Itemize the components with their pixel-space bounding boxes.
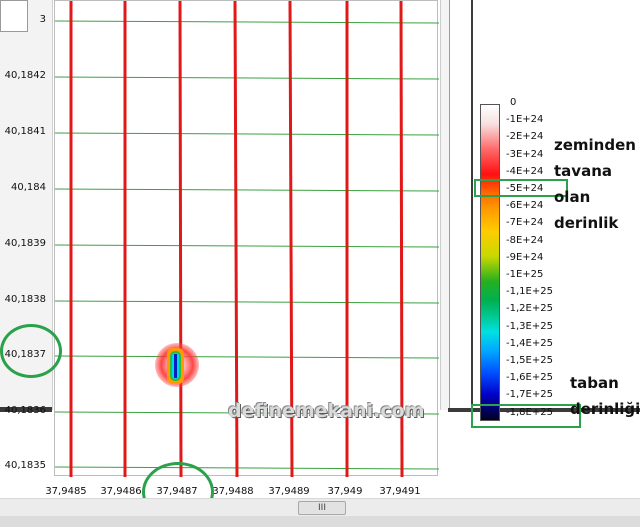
panel-divider (471, 0, 473, 410)
x-tick: 37,9489 (268, 486, 310, 497)
annotation-line: zeminden (554, 136, 636, 154)
x-tick: 37,9486 (100, 486, 142, 497)
colorbar-label: -1,4E+25 (506, 337, 553, 349)
y-tick: 40,1842 (4, 70, 46, 81)
grid-line (54, 132, 440, 136)
annotation-line: derinliği (570, 400, 640, 418)
colorbar-label: 0 (510, 97, 517, 108)
x-tick: 37,949 (327, 486, 363, 497)
survey-line (178, 0, 183, 478)
grid-line (54, 20, 440, 24)
colorbar-label: -1,1E+25 (506, 286, 553, 298)
colorbar-label: -1,6E+25 (506, 372, 553, 384)
x-tick: 37,9488 (212, 486, 254, 497)
grid-line (54, 188, 440, 192)
y-tick-partial: 3 (39, 14, 46, 25)
colorbar-label: -1E+24 (506, 114, 544, 126)
highlight-rect-bottom (471, 404, 581, 428)
status-bar (0, 516, 640, 527)
annotation-line: derinlik (554, 214, 619, 232)
app-window: 3 40,1842 40,1841 40,184 40,1839 40,1838… (0, 0, 640, 527)
y-tick: 40,1841 (4, 126, 46, 137)
grid-line (54, 355, 440, 359)
y-tick: 40,1835 (4, 460, 46, 471)
grid-line (54, 76, 440, 80)
colorbar (480, 104, 500, 421)
anomaly-core (174, 354, 177, 378)
anomaly-blob (155, 343, 199, 387)
watermark-text: definemekani.com (228, 400, 425, 422)
grid-line (54, 244, 440, 248)
grid-line (54, 466, 440, 470)
y-tick: 40,1836 (4, 405, 46, 416)
x-tick: 37,9491 (379, 486, 421, 497)
right-panel-edge (440, 0, 450, 410)
colorbar-label: -1,2E+25 (506, 303, 553, 315)
annotation-line: tavana (554, 162, 612, 180)
grid-line (54, 300, 440, 304)
colorbar-label: -8E+24 (506, 234, 544, 246)
highlight-circle-y (0, 324, 62, 378)
annotation-line: taban (570, 374, 619, 392)
scrollbar-thumb[interactable]: III (298, 501, 346, 515)
colorbar-label: -9E+24 (506, 251, 544, 263)
colorbar-label: -1,7E+25 (506, 389, 553, 401)
colorbar-label: -1,3E+25 (506, 320, 553, 332)
colorbar-label: -1,5E+25 (506, 355, 553, 366)
y-tick: 40,1839 (4, 238, 46, 249)
annotation-line: olan (554, 188, 591, 206)
x-tick: 37,9485 (45, 486, 87, 497)
colorbar-label: -1E+25 (506, 269, 544, 280)
y-tick: 40,184 (11, 182, 46, 193)
y-tick: 40,1838 (4, 294, 46, 305)
